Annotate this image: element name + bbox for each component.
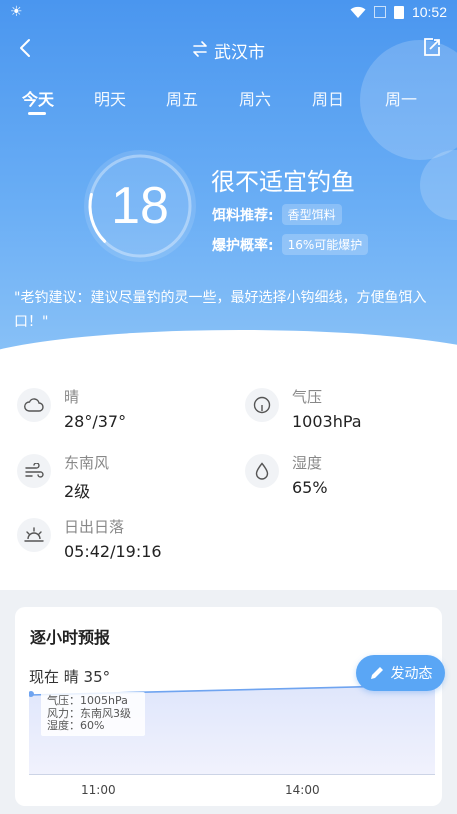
wind-direction: 东南风	[64, 454, 110, 472]
tooltip-humidity: 湿度：60%	[47, 719, 105, 732]
catch-rate-value: 16%可能爆护	[281, 234, 369, 255]
pressure-value: 1003hPa	[292, 412, 362, 431]
tab-saturday[interactable]: 周六	[239, 86, 271, 110]
gauge-icon	[245, 388, 279, 422]
temperature-range: 28°/37°	[64, 412, 127, 431]
sunrise-sunset-value: 05:42/19:16	[64, 542, 162, 561]
x-axis-label: 14:00	[285, 783, 320, 797]
battery-icon	[393, 5, 404, 19]
sun-status-icon: ☀	[10, 4, 23, 20]
no-signal-icon	[373, 6, 386, 18]
wind-icon	[17, 454, 51, 488]
tab-monday[interactable]: 周一	[385, 86, 417, 110]
fishing-verdict: 很不适宜钓鱼	[211, 168, 355, 196]
catch-rate-row: 爆护概率: 16%可能爆护	[212, 234, 369, 255]
detail-pressure: 气压 1003hPa	[245, 386, 445, 438]
chart-tooltip: 气压：1005hPa 风力：东南风3级 湿度：60%	[41, 692, 145, 736]
share-icon[interactable]	[421, 36, 443, 58]
weather-label: 晴	[64, 388, 80, 406]
wifi-icon	[350, 6, 366, 18]
bait-label: 饵料推荐:	[212, 207, 274, 224]
x-axis-label: 11:00	[81, 783, 116, 797]
post-update-button[interactable]: 发动态	[356, 655, 445, 691]
detail-wind: 东南风 2级	[17, 452, 217, 504]
droplet-icon	[245, 454, 279, 488]
tab-tomorrow[interactable]: 明天	[94, 86, 126, 110]
nav-bar: 武汉市	[0, 30, 457, 70]
bait-row: 饵料推荐: 香型饵料	[212, 204, 342, 225]
sunrise-sunset-label: 日出日落	[64, 518, 125, 536]
bait-value: 香型饵料	[281, 204, 342, 225]
tab-today[interactable]: 今天	[22, 86, 54, 110]
pressure-label: 气压	[292, 388, 323, 406]
hourly-forecast-title: 逐小时预报	[30, 628, 111, 647]
tab-sunday[interactable]: 周日	[312, 86, 344, 110]
fishing-score: 18	[111, 177, 169, 235]
edit-pencil-icon	[370, 667, 383, 679]
status-bar: ☀ 10:52	[0, 0, 457, 26]
current-conditions: 现在 晴 35°	[29, 668, 111, 686]
fishing-advice: "老钓建议：建议尽量钓的灵一些，最好选择小钩细线，方便鱼饵入口！"	[14, 290, 427, 330]
detail-weather: 晴 28°/37°	[17, 386, 217, 438]
detail-humidity: 湿度 65%	[245, 452, 445, 504]
catch-rate-label: 爆护概率:	[212, 237, 274, 254]
city-selector[interactable]: 武汉市	[0, 38, 457, 63]
tooltip-pressure: 气压：1005hPa	[47, 694, 128, 707]
day-tabs: 今天 明天 周五 周六 周日 周一	[0, 86, 457, 118]
hourly-forecast-card: 逐小时预报 现在 晴 35° 气压：1005hPa 风力：东南风3级 湿度：60…	[15, 607, 442, 806]
active-tab-indicator	[28, 112, 46, 115]
status-icons: 10:52	[350, 4, 447, 20]
hero-wave	[0, 330, 457, 372]
city-name: 武汉市	[214, 43, 265, 63]
cloud-icon	[17, 388, 51, 422]
post-update-label: 发动态	[390, 666, 433, 682]
status-time: 10:52	[411, 4, 447, 20]
humidity-value: 65%	[292, 478, 328, 497]
detail-sunrise-sunset: 日出日落 05:42/19:16	[17, 516, 217, 568]
decor-bubble	[420, 150, 457, 220]
swap-icon	[193, 41, 207, 57]
weather-details: 晴 28°/37° 气压 1003hPa 东南风 2级 湿度 65% 日出日落 …	[0, 372, 457, 590]
tab-friday[interactable]: 周五	[166, 86, 198, 110]
wind-level: 2级	[64, 482, 91, 501]
sunrise-icon	[17, 518, 51, 552]
humidity-label: 湿度	[292, 454, 323, 472]
